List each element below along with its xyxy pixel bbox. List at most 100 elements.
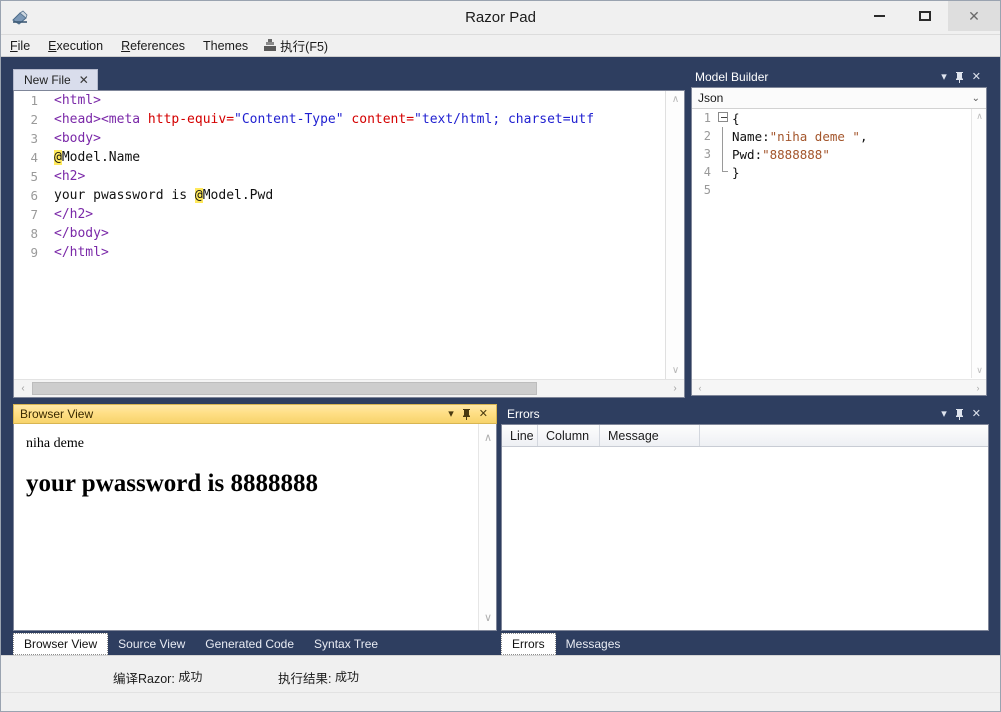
browser-view-tabs: Browser View Source View Generated Code Syn…: [13, 633, 497, 655]
errors-tabs: Errors Messages: [501, 633, 985, 655]
hscroll-thumb[interactable]: [32, 382, 537, 395]
menu-item-execution[interactable]: Execution: [39, 37, 112, 55]
errors-table-rows: [502, 447, 988, 630]
errors-column-message[interactable]: Message: [600, 425, 700, 446]
scroll-left-icon[interactable]: ‹: [692, 383, 708, 393]
scroll-up-icon[interactable]: ∧: [972, 109, 987, 124]
browser-view-scrollbar[interactable]: ∧ ∨: [478, 424, 496, 630]
maximize-icon: [919, 11, 931, 21]
errors-column-column[interactable]: Column: [538, 425, 600, 446]
minimize-icon: [873, 15, 885, 17]
browser-tab-syntax-tree[interactable]: Syntax Tree: [304, 634, 388, 654]
code-line: 8 </body>: [14, 224, 664, 243]
json-token: {: [732, 110, 740, 126]
json-line: 5: [692, 181, 970, 199]
errors-tab-errors[interactable]: Errors: [501, 633, 556, 655]
pin-icon[interactable]: [462, 408, 471, 420]
editor-tabstrip: New File ✕: [13, 67, 685, 90]
scroll-down-icon[interactable]: ∨: [479, 608, 497, 626]
chevron-down-icon[interactable]: ⌄: [972, 93, 980, 104]
browser-view-caption: Browser View ▾ ✕: [13, 404, 497, 424]
model-json-area[interactable]: 1{2 Name:"niha deme ", 3 Pwd:"8888888" 4} 5: [692, 109, 970, 378]
scroll-left-icon[interactable]: ‹: [14, 383, 32, 394]
line-number: 6: [30, 188, 38, 203]
close-button[interactable]: ✕: [948, 1, 1000, 31]
code-token: your pwassword is: [54, 188, 195, 203]
browser-tab-browser-view[interactable]: Browser View: [13, 633, 109, 655]
json-line-text: {: [732, 111, 740, 126]
line-number: 9: [30, 245, 38, 260]
fold-marker: [716, 163, 732, 181]
code-line-text: your pwassword is @Model.Pwd: [46, 188, 273, 203]
fold-marker: [716, 145, 732, 163]
menu-run-label: 执行(F5): [280, 40, 329, 54]
close-icon[interactable]: ✕: [972, 71, 981, 83]
close-icon[interactable]: ✕: [79, 73, 89, 87]
code-line-text: @Model.Name: [46, 150, 140, 165]
json-token: Pwd:: [732, 146, 763, 162]
code-text-area[interactable]: 1 <html> 2 <head><meta http-equiv="Content-…: [14, 91, 664, 379]
errors-panel: Errors ▾ ✕ Line Column Message Errors Messa…: [501, 404, 989, 655]
editor-tab-new-file[interactable]: New File ✕: [13, 69, 98, 90]
pin-icon[interactable]: [955, 408, 964, 420]
close-icon[interactable]: ✕: [972, 408, 981, 420]
menu-execution-rest: xecution: [56, 38, 104, 53]
rendered-heading-text: your pwassword is 8888888: [26, 470, 318, 497]
razor-pad-window: Razor Pad ✕ File Execution References Th…: [0, 0, 1001, 712]
close-icon[interactable]: ✕: [479, 408, 488, 420]
code-line-text: </h2>: [46, 207, 93, 222]
code-token: </h2>: [54, 207, 94, 222]
menu-item-references[interactable]: References: [112, 37, 194, 55]
scroll-up-icon[interactable]: ∧: [479, 428, 497, 446]
browser-view-panel: Browser View ▾ ✕ niha deme your pwasswor…: [13, 404, 497, 655]
code-token: content=: [351, 112, 415, 127]
code-line: 4 @Model.Name: [14, 148, 664, 167]
errors-title: Errors: [507, 407, 540, 421]
status-compile-value: 成功: [178, 670, 203, 684]
editor-vertical-scrollbar[interactable]: ∧ ∨: [665, 91, 684, 379]
json-token: }: [732, 164, 740, 180]
scroll-down-icon[interactable]: ∨: [666, 362, 685, 379]
line-number: 4: [30, 150, 38, 165]
pin-icon[interactable]: [955, 71, 964, 83]
scroll-right-icon[interactable]: ›: [666, 383, 684, 394]
model-horizontal-scrollbar[interactable]: ‹ ›: [692, 379, 986, 395]
errors-column-line[interactable]: Line: [502, 425, 538, 446]
code-line: 1 <html>: [14, 91, 664, 110]
scroll-down-icon[interactable]: ∨: [972, 363, 987, 378]
fold-marker[interactable]: [716, 109, 732, 127]
line-number: 8: [30, 226, 38, 241]
json-line-text: Pwd:"8888888": [732, 147, 830, 162]
status-run-label: 执行结果:: [278, 672, 332, 686]
model-format-select[interactable]: Json ⌄: [692, 88, 986, 109]
menu-item-file[interactable]: File: [1, 37, 39, 55]
model-builder-body: Json ⌄ 1{2 Name:"niha deme ", 3 Pwd:"888888…: [691, 87, 987, 396]
browser-tab-source-view[interactable]: Source View: [108, 634, 195, 654]
code-line-text: <body>: [46, 131, 101, 146]
chevron-down-icon[interactable]: ▾: [448, 408, 454, 420]
json-line-text: }: [732, 165, 740, 180]
rendered-name-text: niha deme: [26, 436, 84, 451]
code-token: <h2>: [54, 169, 86, 184]
minimize-button[interactable]: [856, 1, 902, 31]
model-vertical-scrollbar[interactable]: ∧ ∨: [971, 109, 986, 378]
model-builder-caption: Model Builder ▾ ✕: [689, 67, 989, 87]
scroll-up-icon[interactable]: ∧: [666, 91, 685, 108]
code-token: <head><meta: [54, 112, 148, 127]
editor-horizontal-scrollbar[interactable]: ‹ ›: [14, 379, 684, 397]
browser-view-body: niha deme your pwassword is 8888888 ∧ ∨: [13, 424, 497, 631]
chevron-down-icon[interactable]: ▾: [941, 71, 947, 83]
line-number: 5: [703, 183, 711, 197]
code-token: </html>: [54, 245, 109, 260]
chevron-down-icon[interactable]: ▾: [941, 408, 947, 420]
menu-item-run[interactable]: 执行(F5): [257, 34, 337, 57]
menu-item-themes[interactable]: Themes: [194, 37, 257, 55]
json-token: ,: [859, 128, 868, 144]
scroll-right-icon[interactable]: ›: [970, 383, 986, 393]
status-run: 执行结果: 成功: [278, 668, 359, 687]
browser-view-caption-buttons: ▾ ✕: [448, 408, 492, 420]
code-token: <html>: [54, 93, 101, 108]
maximize-button[interactable]: [902, 1, 948, 31]
browser-tab-generated-code[interactable]: Generated Code: [195, 634, 304, 654]
errors-tab-messages[interactable]: Messages: [556, 634, 631, 654]
